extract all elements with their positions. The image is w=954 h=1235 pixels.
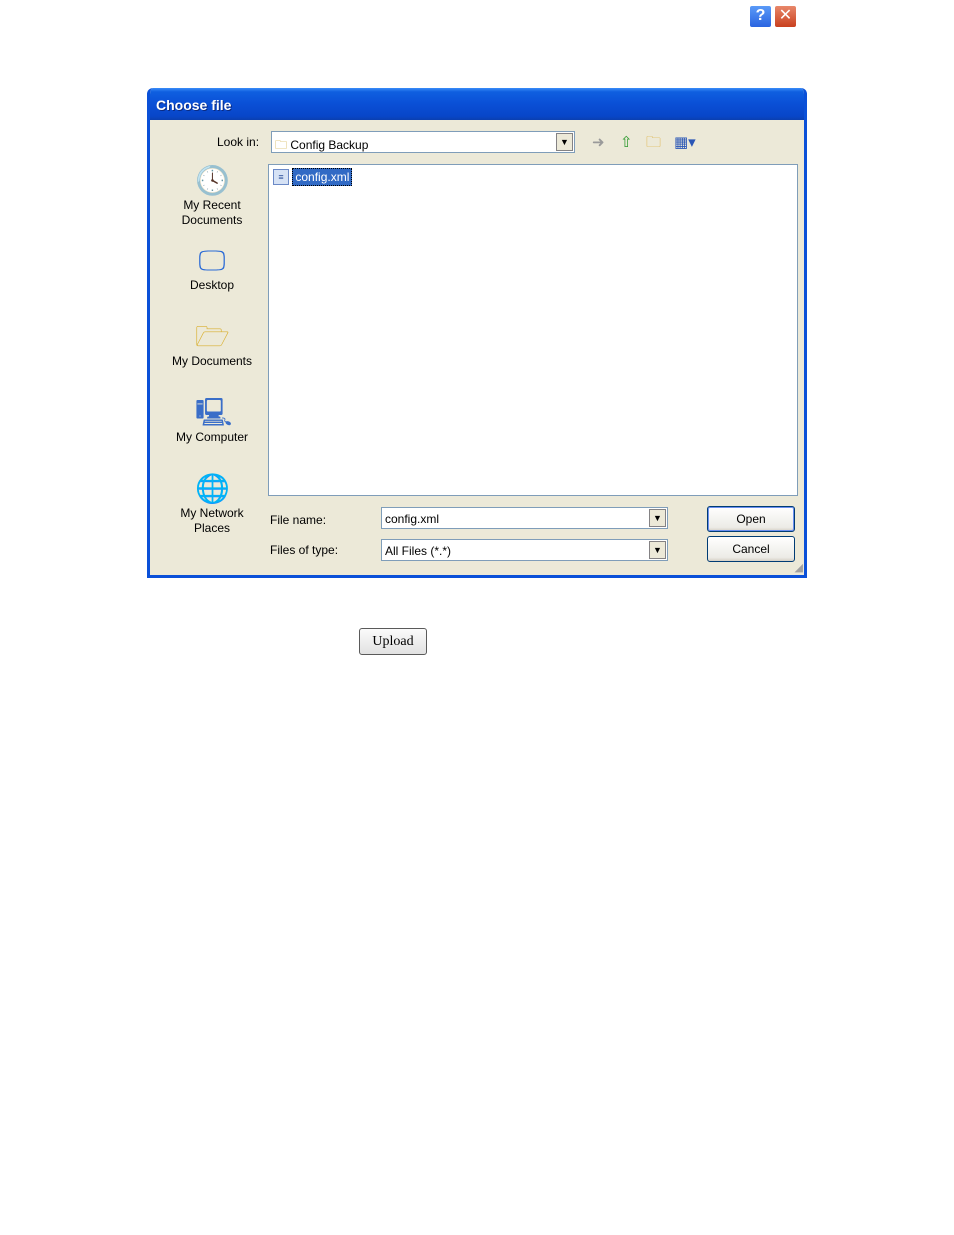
file-list[interactable]: ≡ config.xml <box>268 164 798 496</box>
up-folder-icon[interactable]: ⇧ <box>620 135 633 151</box>
new-folder-icon[interactable]: 🗀 <box>646 135 661 151</box>
help-button[interactable]: ? <box>749 5 772 28</box>
place-desktop[interactable]: 🖵 Desktop <box>157 244 267 293</box>
files-of-type-dropdown[interactable]: All Files (*.*) ▼ <box>381 539 668 561</box>
chevron-down-icon[interactable]: ▼ <box>649 509 666 527</box>
place-label: My Computer <box>175 430 249 444</box>
desktop-icon: 🖵 <box>198 245 226 276</box>
dialog-title: Choose file <box>156 97 232 113</box>
open-button[interactable]: Open <box>707 506 795 532</box>
list-item[interactable]: ≡ config.xml <box>273 168 353 187</box>
close-icon: ✕ <box>778 7 793 24</box>
resize-grip-icon[interactable]: ◢ <box>795 561 803 574</box>
place-my-computer[interactable]: 🖳 My Computer <box>157 396 267 445</box>
close-button[interactable]: ✕ <box>774 5 797 28</box>
file-name-value: config.xml <box>385 512 440 526</box>
help-icon: ? <box>755 7 766 24</box>
back-icon[interactable]: ➜ <box>592 135 605 151</box>
look-in-dropdown[interactable]: 🗀 Config Backup ▼ <box>271 131 575 153</box>
look-in-value: 🗀 Config Backup <box>275 136 368 157</box>
place-recent-documents[interactable]: 🕓 My Recent Documents <box>157 164 267 228</box>
cancel-button[interactable]: Cancel <box>707 536 795 562</box>
files-of-type-label: Files of type: <box>270 543 339 557</box>
title-bar[interactable]: Choose file <box>150 88 804 120</box>
place-network-places[interactable]: 🌐 My Network Places <box>157 472 267 536</box>
views-menu-icon[interactable]: ▦▾ <box>674 135 696 151</box>
place-label: My Documents <box>171 354 253 368</box>
file-name: config.xml <box>292 168 353 186</box>
network-places-icon: 🌐 <box>195 473 230 504</box>
files-of-type-value: All Files (*.*) <box>385 544 452 558</box>
look-in-text: Config Backup <box>290 138 369 152</box>
file-name-input[interactable]: config.xml ▼ <box>381 507 668 529</box>
file-name-label: File name: <box>270 513 327 527</box>
choose-file-dialog: Choose file Look in: 🗀 Config Backup ▼ ➜… <box>147 88 807 578</box>
xml-file-icon: ≡ <box>273 169 289 185</box>
upload-button[interactable]: Upload <box>359 628 427 655</box>
my-documents-icon: 🗁 <box>195 321 230 352</box>
chevron-down-icon[interactable]: ▼ <box>556 133 573 151</box>
chevron-down-icon[interactable]: ▼ <box>649 541 666 559</box>
place-label: My Network Places <box>180 506 244 535</box>
folder-icon: 🗀 <box>275 138 288 152</box>
place-label: My Recent Documents <box>181 198 243 227</box>
my-computer-icon: 🖳 <box>195 397 233 428</box>
look-in-label: Look in: <box>217 135 260 149</box>
place-my-documents[interactable]: 🗁 My Documents <box>157 320 267 369</box>
recent-documents-icon: 🕓 <box>195 165 230 196</box>
place-label: Desktop <box>189 278 235 292</box>
